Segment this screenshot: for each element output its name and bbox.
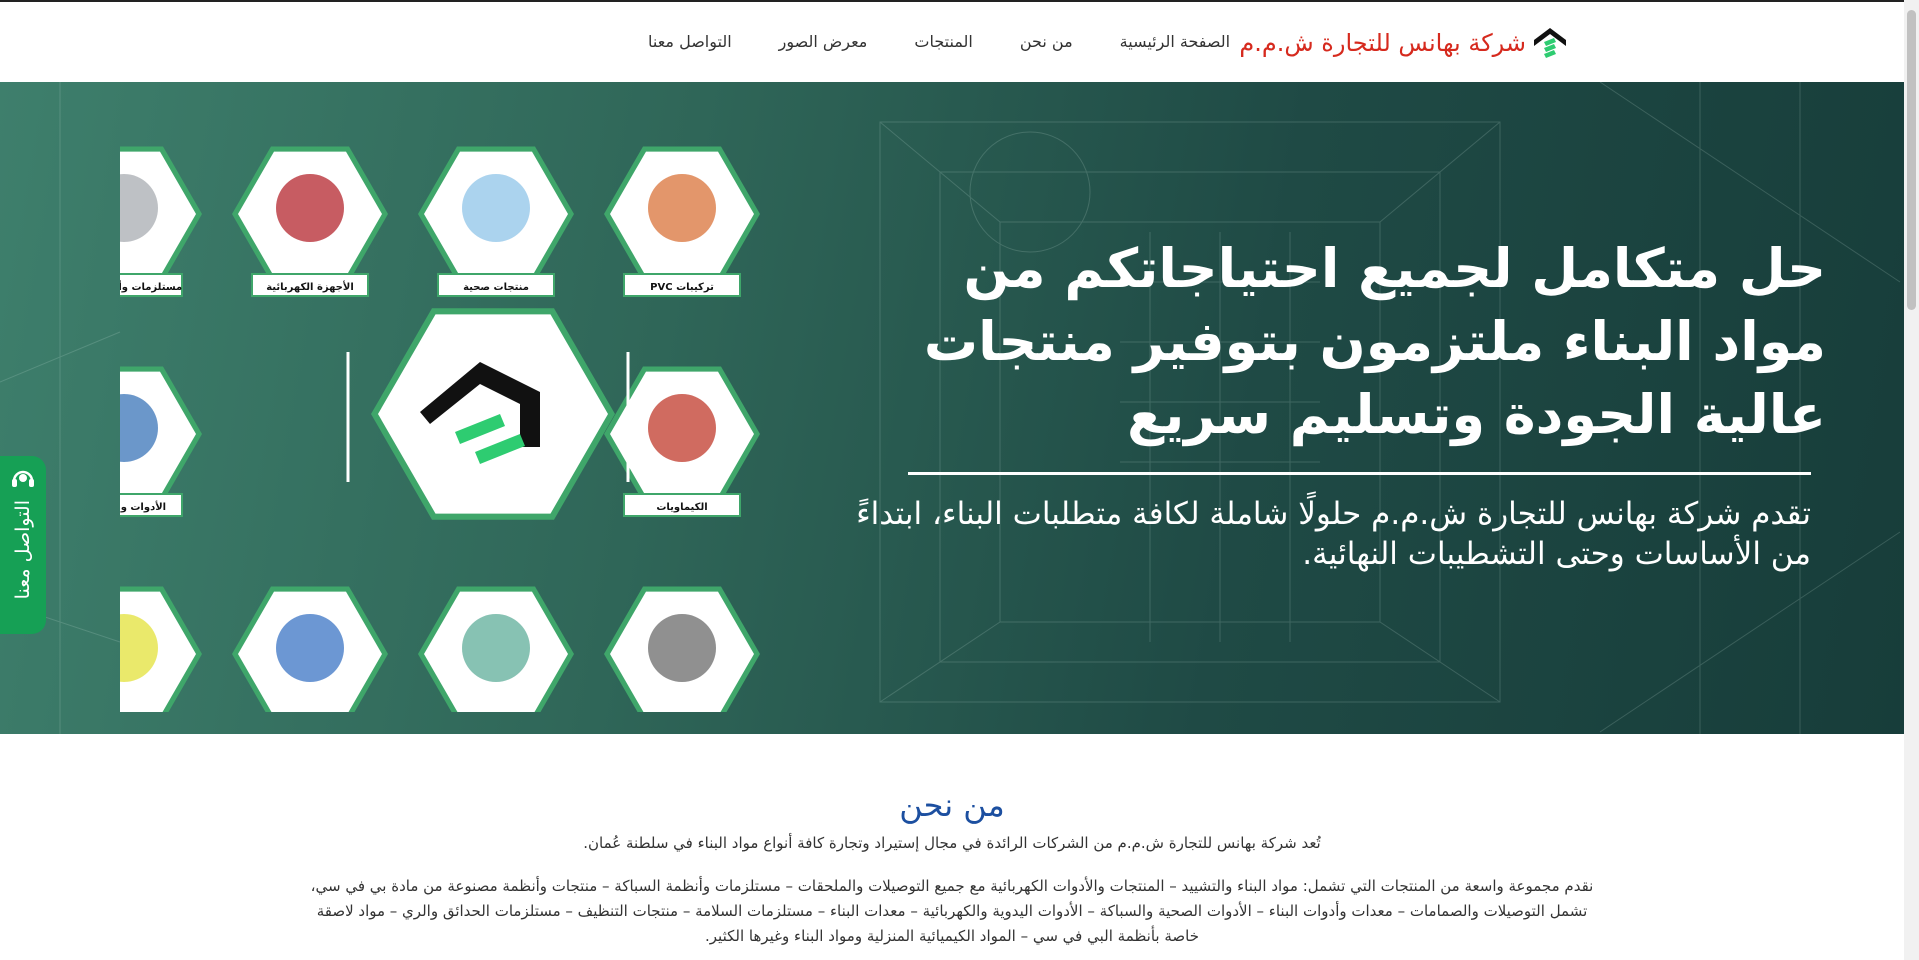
category-label: الأجهزة الكهربائية xyxy=(266,280,354,293)
headset-icon xyxy=(12,470,34,487)
cat-pvc-fittings: PVC تركيبات xyxy=(604,146,760,297)
contact-side-tab-label: التواصل معنا xyxy=(12,500,34,600)
main-nav: الصفحة الرئيسية من نحن المنتجات معرض الص… xyxy=(648,32,1230,51)
nav-home[interactable]: الصفحة الرئيسية xyxy=(1120,32,1230,51)
cat-electrical: الأجهزة الكهربائية xyxy=(232,146,388,297)
product-thumbnail xyxy=(276,174,344,242)
cat-irrigation: الري xyxy=(418,586,574,712)
nav-contact[interactable]: التواصل معنا xyxy=(648,32,732,51)
hero-title: حل متكامل لجميع احتياجاتكم من مواد البنا… xyxy=(923,237,1826,446)
cat-household: منزلية xyxy=(232,586,388,712)
cat-safety: السلامة xyxy=(120,586,202,712)
cat-building-tools: مستلزمات وأدوات البناء xyxy=(120,146,202,297)
scrollbar-thumb[interactable] xyxy=(1907,10,1916,310)
category-label: الأدوات والمعدات xyxy=(120,500,166,513)
hero-banner: PVC تركيبات منتجات صحية الأجهزة الكهربائية… xyxy=(0,82,1904,734)
product-thumbnail xyxy=(462,174,530,242)
about-heading: من نحن xyxy=(899,786,1005,824)
nav-about[interactable]: من نحن xyxy=(1020,32,1073,51)
category-label: مستلزمات وأدوات البناء xyxy=(120,280,182,293)
hero-divider xyxy=(908,472,1811,475)
about-lead: تُعد شركة بهانس للتجارة ش.م.م من الشركات… xyxy=(583,834,1321,852)
product-thumbnail xyxy=(276,614,344,682)
category-label: PVC تركيبات xyxy=(650,282,714,293)
category-label: الكيماويات xyxy=(656,502,707,513)
category-label: منتجات صحية xyxy=(463,282,529,293)
cat-sanitary: منتجات صحية xyxy=(418,146,574,297)
cat-hardware: أدوات حديدية xyxy=(604,586,760,712)
product-thumbnail xyxy=(648,174,716,242)
cat-tools-equipment: الأدوات والمعدات xyxy=(120,366,202,517)
page-scrollbar[interactable] xyxy=(1904,0,1919,960)
about-body: نقدم مجموعة واسعة من المنتجات التي تشمل:… xyxy=(310,877,1594,945)
logo-text: شركة بهانس للتجارة ش.م.م xyxy=(1239,29,1526,57)
product-thumbnail xyxy=(462,614,530,682)
nav-gallery[interactable]: معرض الصور xyxy=(779,32,868,51)
site-logo[interactable]: شركة بهانس للتجارة ش.م.م xyxy=(1239,26,1568,60)
product-thumbnail xyxy=(648,394,716,462)
logo-icon xyxy=(1534,28,1566,58)
center-logo-hexagon xyxy=(371,308,615,520)
hero-subtitle: تقدم شركة بهانس للتجارة ش.م.م حلولًا شام… xyxy=(856,496,1811,572)
about-section: من نحن تُعد شركة بهانس للتجارة ش.م.م من … xyxy=(0,734,1904,960)
nav-products[interactable]: المنتجات xyxy=(914,32,973,51)
product-thumbnail xyxy=(648,614,716,682)
site-header: شركة بهانس للتجارة ش.م.م الصفحة الرئيسية… xyxy=(0,0,1904,82)
product-categories-collage: PVC تركيبات منتجات صحية الأجهزة الكهربائية… xyxy=(120,146,760,712)
contact-side-tab[interactable]: التواصل معنا xyxy=(0,456,46,634)
